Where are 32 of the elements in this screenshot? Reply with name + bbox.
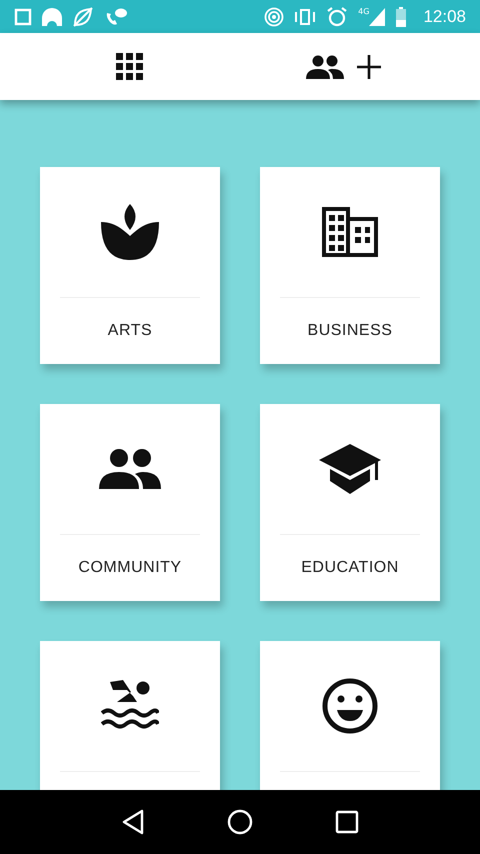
category-label: BUSINESS — [308, 322, 392, 340]
category-card[interactable]: ARTS — [40, 167, 220, 364]
square-icon — [14, 8, 32, 26]
building-icon — [322, 207, 378, 257]
arch-icon — [42, 8, 62, 26]
grid-icon[interactable] — [116, 52, 144, 80]
smiley-icon — [322, 678, 378, 734]
leaf-icon — [72, 6, 94, 28]
category-card[interactable]: COMMUNITY — [40, 404, 220, 601]
category-label: EDUCATION — [301, 559, 399, 577]
recents-icon[interactable] — [335, 810, 359, 834]
phone-chat-icon — [104, 6, 128, 26]
vibrate-icon — [294, 8, 316, 26]
home-icon[interactable] — [227, 809, 253, 835]
people-icon — [99, 449, 161, 489]
network-type-label: 4G — [358, 8, 370, 16]
clock-time: 12:08 — [423, 6, 466, 26]
hotspot-icon — [264, 6, 284, 26]
category-card[interactable]: BUSINESS — [260, 167, 440, 364]
people-icon[interactable] — [306, 54, 344, 78]
category-label: ARTS — [108, 322, 152, 340]
back-icon[interactable] — [121, 809, 145, 835]
add-icon[interactable] — [356, 54, 382, 80]
battery-icon — [395, 6, 408, 26]
category-card[interactable] — [40, 641, 220, 790]
lotus-icon — [101, 204, 159, 260]
category-card[interactable]: EDUCATION — [260, 404, 440, 601]
category-label: COMMUNITY — [78, 559, 182, 577]
signal-icon — [369, 8, 386, 26]
category-card[interactable] — [260, 641, 440, 790]
alarm-icon — [326, 6, 348, 28]
graduation-cap-icon — [319, 444, 381, 494]
